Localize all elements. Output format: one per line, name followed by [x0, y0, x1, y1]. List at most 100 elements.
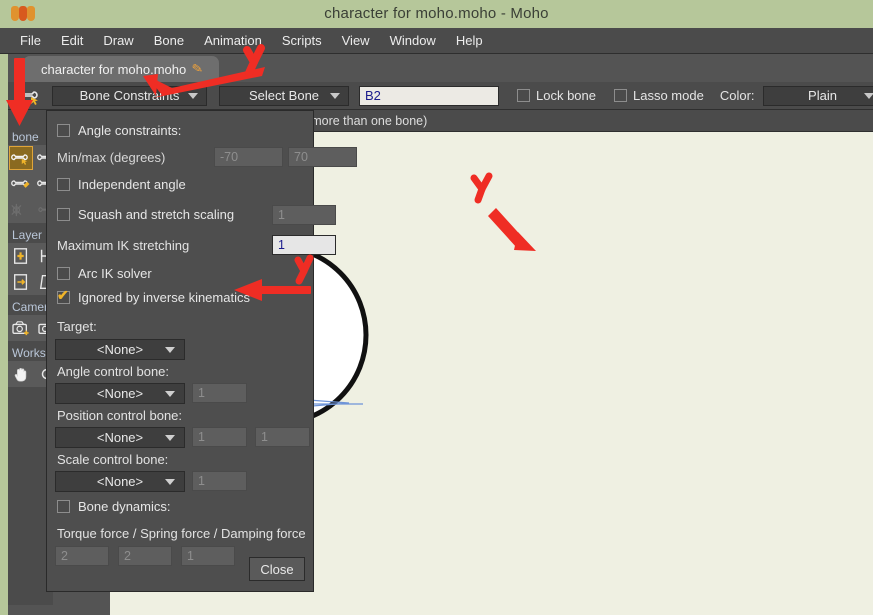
forces-label: Torque force / Spring force / Damping fo…: [57, 526, 306, 541]
position-control-scalar-x-input[interactable]: 1: [192, 427, 247, 447]
bone-dynamics-checkbox[interactable]: Bone dynamics:: [57, 499, 171, 514]
pan-hand-icon[interactable]: [9, 362, 33, 386]
menu-bar: File Edit Draw Bone Animation Scripts Vi…: [0, 28, 873, 54]
max-ik-stretching-label: Maximum IK stretching: [57, 238, 190, 253]
angle-control-bone-value: <None>: [96, 386, 144, 401]
bone-flexi-tool-icon[interactable]: [9, 198, 33, 222]
bone-name-input[interactable]: B2: [359, 85, 499, 106]
checkbox-icon: [57, 500, 70, 513]
scale-control-scalar-value: 1: [198, 474, 205, 488]
independent-angle-label: Independent angle: [78, 177, 186, 192]
document-tab[interactable]: character for moho.moho ✎: [23, 56, 220, 82]
ignored-by-ik-checkbox[interactable]: Ignored by inverse kinematics: [57, 287, 250, 305]
scale-control-bone-dropdown[interactable]: <None>: [55, 471, 185, 492]
close-button[interactable]: Close: [249, 557, 305, 581]
bone-name-value: B2: [365, 88, 381, 103]
scale-control-bone-value: <None>: [96, 474, 144, 489]
squash-stretch-input[interactable]: 1: [272, 205, 336, 225]
angle-constraints-label: Angle constraints:: [78, 123, 182, 138]
window-left-edge: [0, 54, 8, 615]
angle-control-bone-dropdown[interactable]: <None>: [55, 383, 185, 404]
arc-ik-solver-label: Arc IK solver: [78, 266, 152, 281]
angle-min-value: -70: [220, 150, 239, 164]
damping-force-value: 1: [187, 549, 194, 563]
chevron-down-icon: [863, 92, 873, 99]
menu-item-scripts[interactable]: Scripts: [272, 29, 332, 53]
camera-track-icon[interactable]: [9, 316, 33, 340]
lasso-mode-checkbox[interactable]: Lasso mode: [614, 88, 704, 103]
layer-rotate-icon[interactable]: [9, 270, 33, 294]
menu-item-bone[interactable]: Bone: [144, 29, 194, 53]
close-button-label: Close: [260, 561, 294, 577]
chevron-down-icon: [165, 434, 175, 441]
chevron-down-icon: [165, 346, 175, 353]
select-bone-dropdown[interactable]: Select Bone: [219, 85, 349, 106]
bone-transform-tool-icon[interactable]: [9, 172, 33, 196]
bone-tool-icon[interactable]: [12, 84, 46, 108]
chevron-down-icon: [188, 92, 198, 99]
menu-item-animation[interactable]: Animation: [194, 29, 272, 53]
angle-min-input[interactable]: -70: [214, 147, 283, 167]
menu-item-draw[interactable]: Draw: [93, 29, 143, 53]
lock-bone-checkbox[interactable]: Lock bone: [517, 88, 596, 103]
bone-select-tool-icon[interactable]: [9, 146, 33, 170]
position-control-bone-label: Position control bone:: [57, 408, 183, 423]
scale-control-scalar-input[interactable]: 1: [192, 471, 247, 491]
scale-control-bone-label: Scale control bone:: [57, 452, 169, 467]
bone-dynamics-label: Bone dynamics:: [78, 499, 171, 514]
angle-control-scalar-input[interactable]: 1: [192, 383, 247, 403]
menu-item-file[interactable]: File: [10, 29, 51, 53]
target-label: Target:: [57, 319, 97, 334]
angle-control-scalar-value: 1: [198, 386, 205, 400]
pencil-icon: ✎: [190, 60, 205, 77]
ignored-by-ik-label: Ignored by inverse kinematics: [78, 290, 250, 305]
checkbox-icon: [517, 89, 530, 102]
color-label: Color:: [719, 88, 755, 103]
position-control-scalar-y-value: 1: [261, 430, 268, 444]
chevron-down-icon: [165, 390, 175, 397]
angle-constraints-checkbox[interactable]: Angle constraints:: [57, 123, 181, 138]
position-control-bone-dropdown[interactable]: <None>: [55, 427, 185, 448]
menu-item-help[interactable]: Help: [446, 29, 493, 53]
independent-angle-checkbox[interactable]: Independent angle: [57, 177, 186, 192]
checkbox-icon: [614, 89, 627, 102]
bone-constraints-dropdown[interactable]: Bone Constraints: [52, 85, 207, 106]
title-bar: character for moho.moho - Moho: [0, 0, 873, 28]
color-dropdown[interactable]: Plain: [762, 85, 873, 106]
damping-force-input[interactable]: 1: [181, 546, 235, 566]
squash-stretch-label: Squash and stretch scaling: [78, 207, 235, 222]
spring-force-value: 2: [124, 549, 131, 563]
torque-force-input[interactable]: 2: [55, 546, 109, 566]
squash-stretch-value: 1: [278, 208, 285, 222]
checkbox-icon: [57, 178, 70, 191]
layer-translate-icon[interactable]: [9, 244, 33, 268]
squash-stretch-checkbox[interactable]: Squash and stretch scaling: [57, 207, 234, 222]
angle-max-input[interactable]: 70: [288, 147, 357, 167]
window-title: character for moho.moho - Moho: [324, 5, 549, 22]
status-hint-right: ct more than one bone): [298, 113, 428, 128]
position-control-bone-value: <None>: [96, 430, 144, 445]
canvas-bottom-fill: [53, 592, 873, 615]
max-ik-stretching-value: 1: [278, 238, 285, 252]
checkbox-icon: [57, 208, 70, 221]
bone-constraints-dialog[interactable]: Angle constraints: Min/max (degrees) -70…: [46, 110, 357, 592]
spring-force-input[interactable]: 2: [118, 546, 172, 566]
tool-options-bar: Bone Constraints Select Bone B2 Lock bon…: [8, 82, 873, 110]
max-ik-stretching-input[interactable]: 1: [272, 235, 336, 255]
angle-max-value: 70: [294, 150, 308, 164]
bone-constraints-dropdown-value: Bone Constraints: [79, 88, 180, 103]
checkbox-icon: [57, 124, 70, 137]
chevron-down-icon: [165, 478, 175, 485]
target-dropdown[interactable]: <None>: [55, 339, 185, 360]
document-tab-bar: character for moho.moho ✎: [8, 54, 873, 82]
select-bone-dropdown-value: Select Bone: [248, 88, 320, 103]
color-dropdown-value: Plain: [808, 88, 837, 103]
position-control-scalar-y-input[interactable]: 1: [255, 427, 310, 447]
menu-item-window[interactable]: Window: [380, 29, 446, 53]
menu-item-view[interactable]: View: [332, 29, 380, 53]
checkbox-icon: [57, 287, 70, 304]
arc-ik-solver-checkbox[interactable]: Arc IK solver: [57, 266, 152, 281]
minmax-label: Min/max (degrees): [57, 150, 166, 165]
checkbox-icon: [57, 267, 70, 280]
menu-item-edit[interactable]: Edit: [51, 29, 93, 53]
